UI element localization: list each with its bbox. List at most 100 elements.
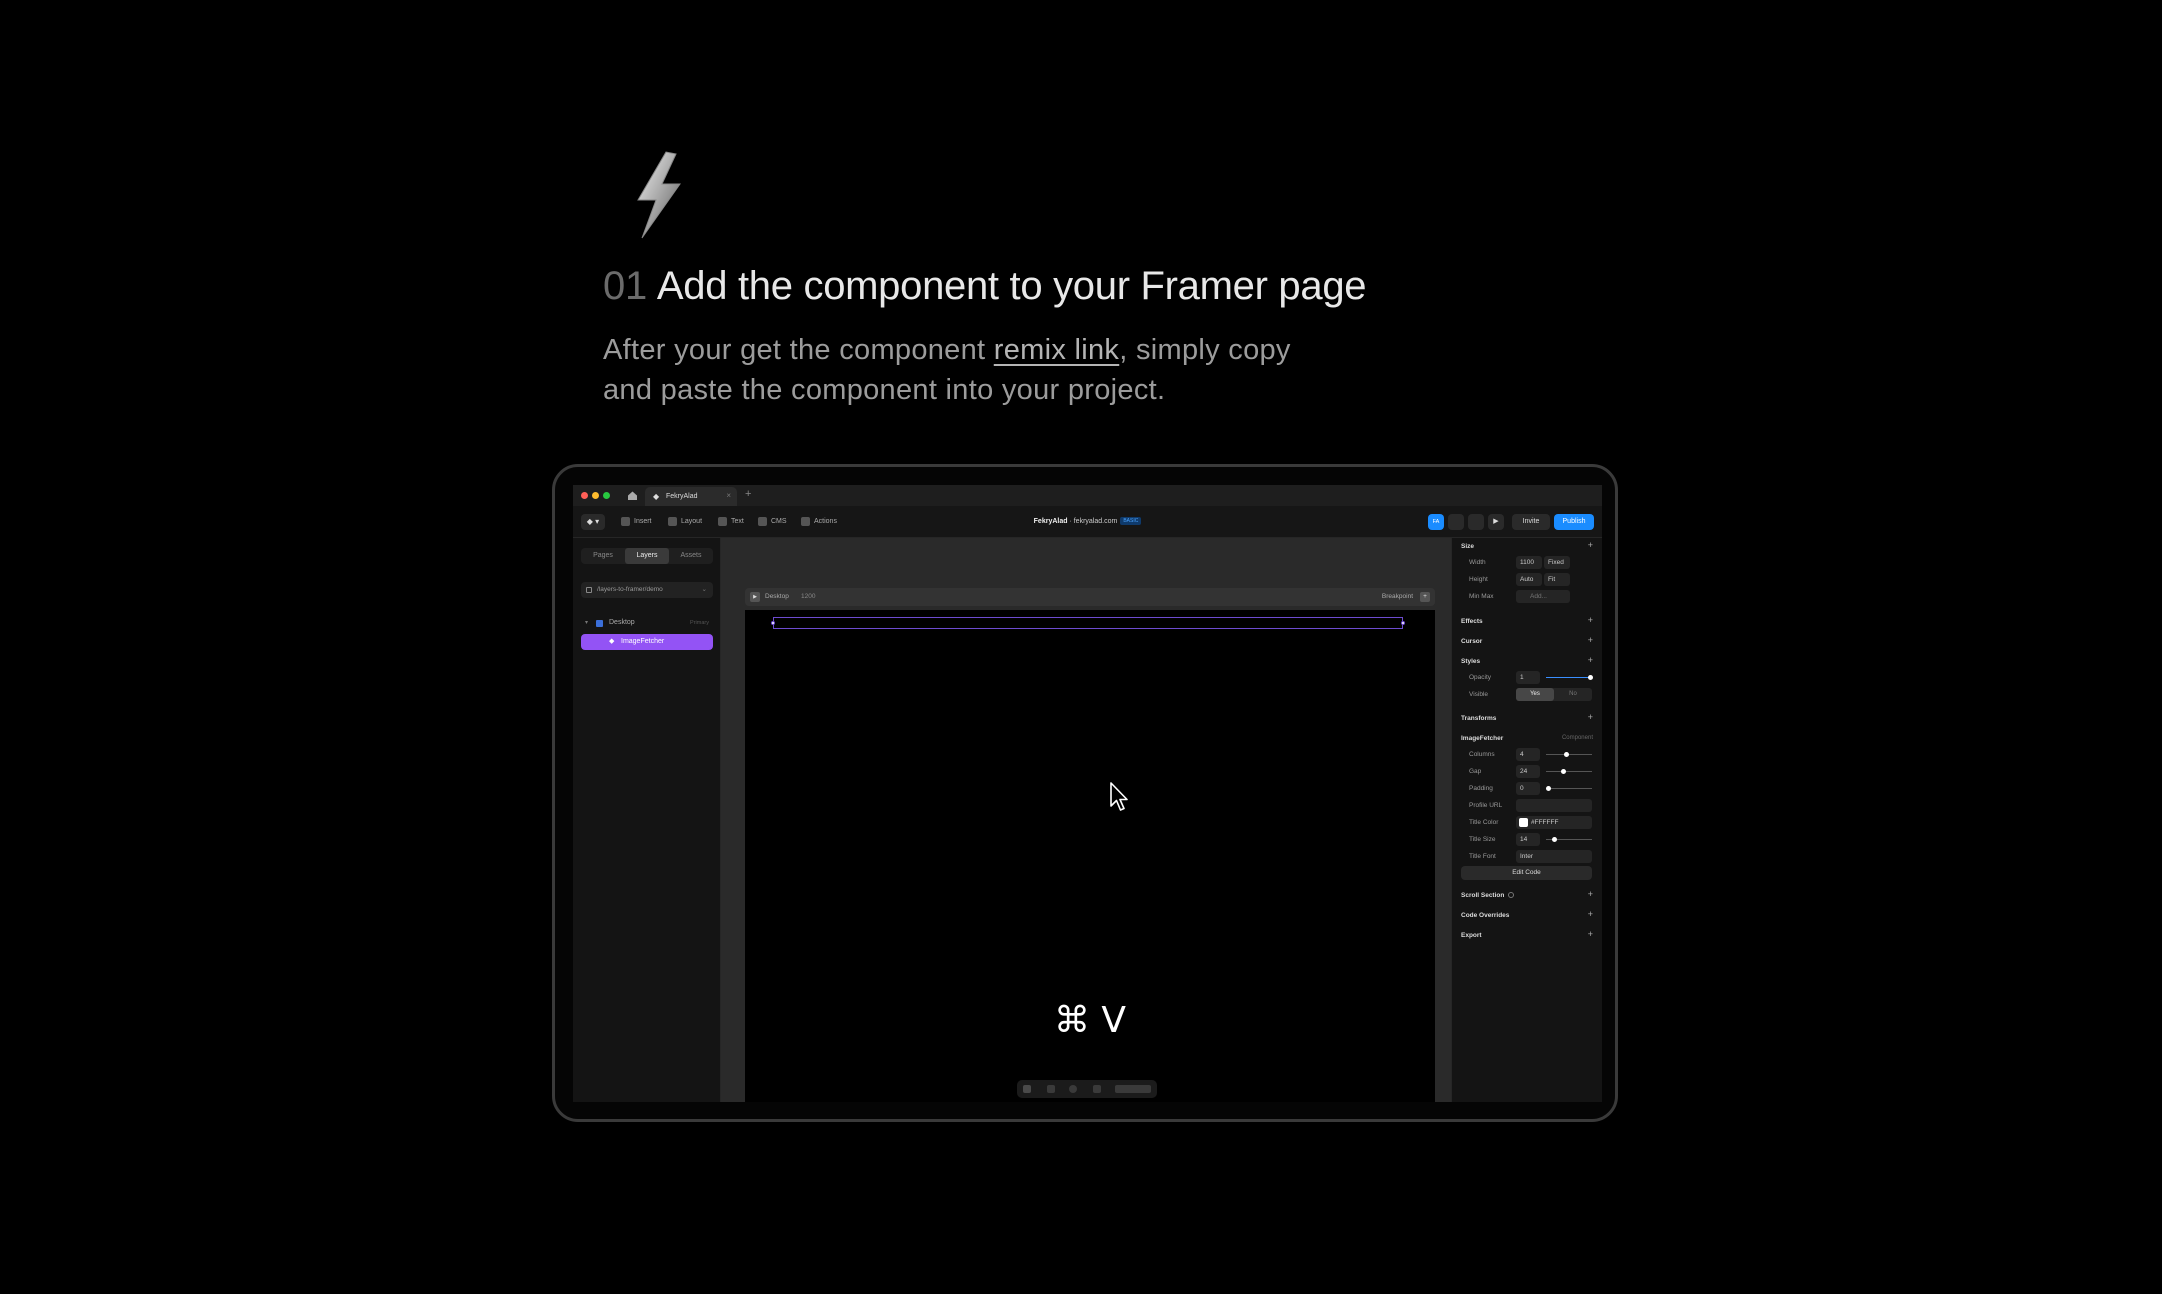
panel-tabs: Pages Layers Assets	[581, 548, 713, 564]
tab-label: FekryAlad	[666, 493, 698, 500]
maximize-window-dot[interactable]	[603, 492, 610, 499]
invite-button[interactable]: Invite	[1512, 514, 1550, 530]
component-section-title: ImageFetcher	[1461, 735, 1504, 742]
layer-desktop[interactable]: ▾ Desktop Primary	[583, 618, 713, 630]
add-breakpoint-icon[interactable]: +	[1420, 592, 1430, 602]
comment-tool-icon[interactable]	[1069, 1085, 1077, 1093]
mouse-cursor-icon	[1110, 782, 1128, 811]
padding-slider[interactable]	[1546, 788, 1592, 789]
effects-section-title: Effects	[1461, 618, 1483, 625]
title-size-slider-knob[interactable]	[1552, 837, 1557, 842]
new-tab-icon[interactable]: +	[745, 488, 751, 500]
cursor-section-title: Cursor	[1461, 638, 1483, 645]
opacity-slider-knob[interactable]	[1588, 675, 1593, 680]
width-mode-select[interactable]: Fixed	[1544, 556, 1570, 569]
width-input[interactable]: 1100	[1516, 556, 1542, 569]
frame-icon	[596, 620, 603, 627]
padding-input[interactable]: 0	[1516, 782, 1540, 795]
size-section-title: Size	[1461, 543, 1475, 550]
opacity-input[interactable]: 1	[1516, 671, 1540, 684]
visible-label: Visible	[1469, 691, 1489, 698]
info-icon[interactable]	[1508, 892, 1515, 898]
styles-add-icon[interactable]: +	[1588, 655, 1593, 665]
step-description: After your get the component remix link,…	[603, 330, 1323, 410]
height-mode-select[interactable]: Fit	[1544, 573, 1570, 586]
visible-toggle[interactable]: Yes No	[1516, 688, 1592, 701]
step-title: Add the component to your Framer page	[656, 264, 1367, 308]
breakpoint-label: Breakpoint	[1381, 593, 1413, 600]
export-section-title: Export	[1461, 932, 1482, 939]
tab-layers[interactable]: Layers	[625, 548, 669, 564]
effects-add-icon[interactable]: +	[1588, 615, 1593, 625]
styles-section-title: Styles	[1461, 658, 1481, 665]
title-font-select[interactable]: Inter	[1516, 850, 1592, 863]
properties-panel: Size + Width 1100 Fixed Height Auto Fit …	[1451, 538, 1602, 1102]
paste-shortcut: ⌘ V	[1053, 1000, 1127, 1041]
imagefetcher-selection[interactable]	[771, 617, 1405, 629]
columns-input[interactable]: 4	[1516, 748, 1540, 761]
columns-slider[interactable]	[1546, 754, 1592, 755]
gap-slider[interactable]	[1546, 771, 1592, 772]
tab-pages[interactable]: Pages	[581, 548, 625, 564]
visible-no[interactable]: No	[1554, 688, 1592, 701]
step-number: 01	[603, 264, 647, 308]
canvas[interactable]: ▶ Desktop 1200 Breakpoint + ⌘ V	[721, 538, 1451, 1102]
visible-yes[interactable]: Yes	[1516, 688, 1554, 701]
cursor-add-icon[interactable]: +	[1588, 635, 1593, 645]
title-color-input[interactable]: #FFFFFF	[1516, 816, 1592, 829]
profile-url-label: Profile URL	[1469, 802, 1503, 809]
layer-desktop-label: Desktop	[609, 619, 635, 626]
opacity-slider[interactable]	[1546, 677, 1592, 678]
frame-header[interactable]: ▶ Desktop 1200 Breakpoint +	[745, 588, 1435, 606]
layer-imagefetcher[interactable]: ◆ ImageFetcher	[581, 634, 713, 650]
profile-url-input[interactable]	[1516, 799, 1592, 812]
gap-slider-knob[interactable]	[1561, 769, 1566, 774]
columns-slider-knob[interactable]	[1564, 752, 1569, 757]
framer-icon: ◆	[653, 492, 660, 501]
color-swatch[interactable]	[1519, 818, 1528, 827]
title-size-input[interactable]: 14	[1516, 833, 1540, 846]
transforms-section-title: Transforms	[1461, 715, 1497, 722]
scroll-section-add-icon[interactable]: +	[1588, 889, 1593, 899]
globe-icon[interactable]	[1448, 514, 1464, 530]
user-avatar[interactable]: FA	[1428, 514, 1444, 530]
expand-caret-icon[interactable]: ▾	[585, 619, 588, 626]
size-add-icon[interactable]: +	[1588, 540, 1593, 550]
minmax-label: Min Max	[1469, 593, 1494, 600]
minmax-input[interactable]: Add...	[1516, 590, 1570, 603]
edit-code-button[interactable]: Edit Code	[1461, 866, 1592, 880]
height-input[interactable]: Auto	[1516, 573, 1542, 586]
select-tool-icon[interactable]	[1023, 1085, 1031, 1093]
home-icon[interactable]	[627, 490, 638, 501]
title-color-value: #FFFFFF	[1531, 819, 1559, 826]
gap-input[interactable]: 24	[1516, 765, 1540, 778]
framer-screenshot: ◆ FekryAlad × + ◆ ▾ Insert Layout Text C…	[573, 485, 1602, 1102]
project-tab[interactable]: ◆ FekryAlad ×	[645, 487, 737, 506]
minimize-window-dot[interactable]	[592, 492, 599, 499]
zoom-level-control[interactable]	[1115, 1085, 1151, 1093]
tab-assets[interactable]: Assets	[669, 548, 713, 564]
hand-tool-icon[interactable]	[1047, 1085, 1055, 1093]
export-add-icon[interactable]: +	[1588, 929, 1593, 939]
publish-button[interactable]: Publish	[1554, 514, 1594, 530]
padding-slider-knob[interactable]	[1546, 786, 1551, 791]
page-selector[interactable]: /layers-to-framer/demo ⌄	[581, 582, 713, 598]
transforms-add-icon[interactable]: +	[1588, 712, 1593, 722]
step-heading: 01 Add the component to your Framer page	[603, 264, 1367, 309]
layer-imagefetcher-label: ImageFetcher	[621, 638, 665, 645]
resize-handle-right[interactable]	[1401, 621, 1405, 625]
settings-gear-icon[interactable]	[1468, 514, 1484, 530]
resize-handle-left[interactable]	[771, 621, 775, 625]
close-tab-icon[interactable]: ×	[726, 491, 731, 500]
editor-toolbar: ◆ ▾ Insert Layout Text CMS Actions Fekry…	[573, 506, 1602, 538]
preview-play-icon[interactable]: ▶	[1488, 514, 1504, 530]
desc-text: After your get the component	[603, 334, 994, 366]
desktop-artboard[interactable]: ⌘ V	[745, 610, 1435, 1102]
frame-preview-icon[interactable]: ▶	[750, 592, 760, 602]
zoom-tool-icon[interactable]	[1093, 1085, 1101, 1093]
close-window-dot[interactable]	[581, 492, 588, 499]
code-overrides-add-icon[interactable]: +	[1588, 909, 1593, 919]
title-size-label: Title Size	[1469, 836, 1496, 843]
scroll-section-title: Scroll Section	[1461, 892, 1515, 899]
remix-link[interactable]: remix link	[994, 334, 1119, 366]
